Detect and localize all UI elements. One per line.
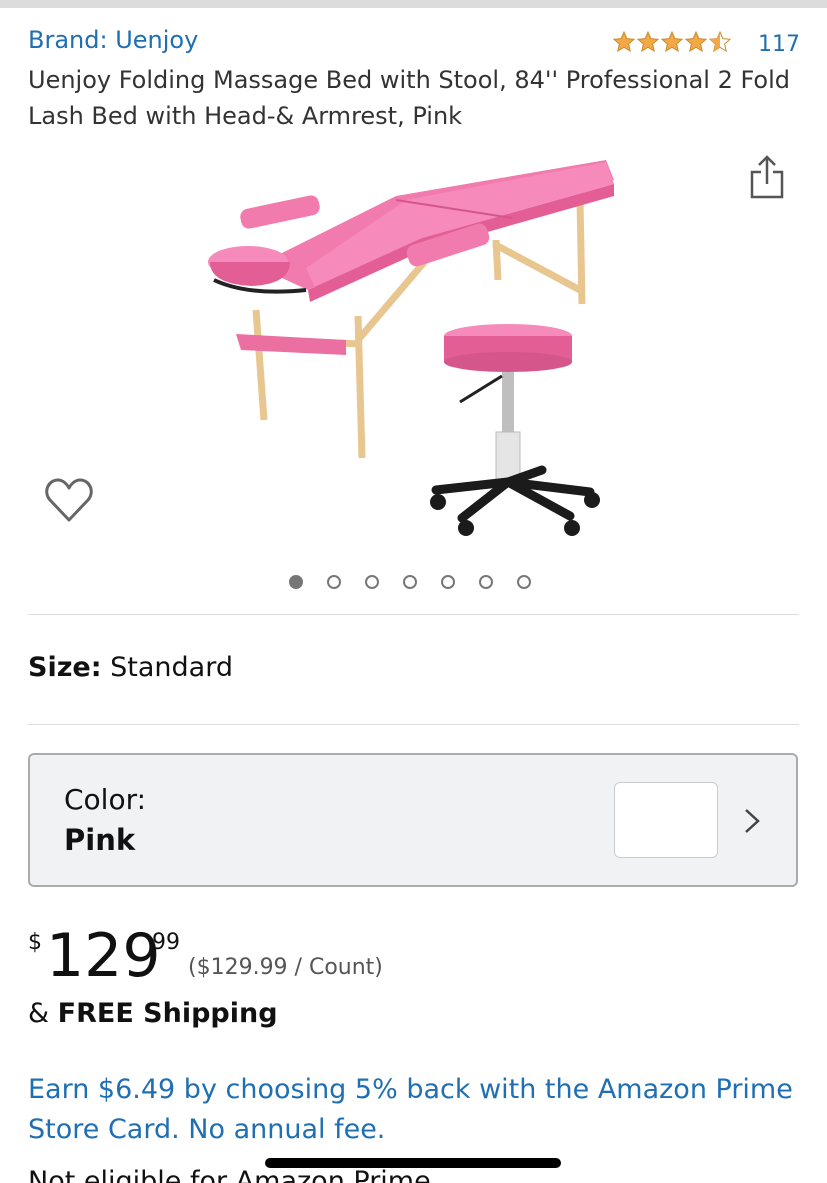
- price-currency: $: [28, 930, 42, 955]
- unit-price: ($129.99 / Count): [188, 955, 383, 980]
- shipping-prefix: &: [28, 998, 50, 1029]
- star-half-icon: [708, 30, 732, 52]
- product-title: Uenjoy Folding Massage Bed with Stool, 8…: [28, 66, 790, 130]
- brand-link[interactable]: Brand: Uenjoy: [28, 26, 198, 54]
- product-page: Brand: Uenjoy 117 Uenjoy Folding Massage…: [0, 0, 827, 1183]
- price-whole: 129: [46, 921, 161, 991]
- shipping-info: & FREE Shipping: [28, 998, 278, 1029]
- size-label: Size:: [28, 652, 102, 683]
- section-divider: [28, 614, 799, 615]
- size-row: Size: Standard: [28, 652, 233, 683]
- home-indicator[interactable]: [265, 1158, 561, 1168]
- star-full-icon: [684, 30, 708, 52]
- chevron-right-icon: [745, 809, 760, 833]
- star-full-icon: [612, 30, 636, 52]
- carousel-dot[interactable]: [441, 575, 455, 589]
- size-value: Standard: [110, 652, 233, 683]
- prime-eligibility: Not eligible for Amazon Prime: [28, 1166, 431, 1183]
- free-shipping-label: FREE Shipping: [57, 998, 278, 1029]
- carousel-dot[interactable]: [403, 575, 417, 589]
- price-fraction: 99: [152, 930, 180, 955]
- star-full-icon: [660, 30, 684, 52]
- image-carousel-dots[interactable]: [289, 575, 555, 589]
- carousel-dot[interactable]: [517, 575, 531, 589]
- product-image[interactable]: [196, 140, 626, 550]
- color-selector[interactable]: Color: Pink: [28, 753, 798, 887]
- heart-icon[interactable]: [44, 476, 94, 524]
- carousel-dot[interactable]: [479, 575, 493, 589]
- carousel-dot[interactable]: [327, 575, 341, 589]
- star-full-icon: [636, 30, 660, 52]
- color-swatch[interactable]: [614, 782, 718, 858]
- section-divider: [28, 724, 799, 725]
- share-icon[interactable]: [748, 154, 786, 200]
- review-count[interactable]: 117: [758, 32, 800, 57]
- star-rating: [612, 30, 732, 54]
- color-value: Pink: [64, 823, 136, 857]
- carousel-dot[interactable]: [289, 575, 303, 589]
- top-divider: [0, 0, 827, 8]
- color-label: Color:: [64, 783, 147, 816]
- prime-card-promo-link[interactable]: Earn $6.49 by choosing 5% back with the …: [28, 1070, 808, 1150]
- carousel-dot[interactable]: [365, 575, 379, 589]
- rating-summary[interactable]: 117: [612, 26, 800, 57]
